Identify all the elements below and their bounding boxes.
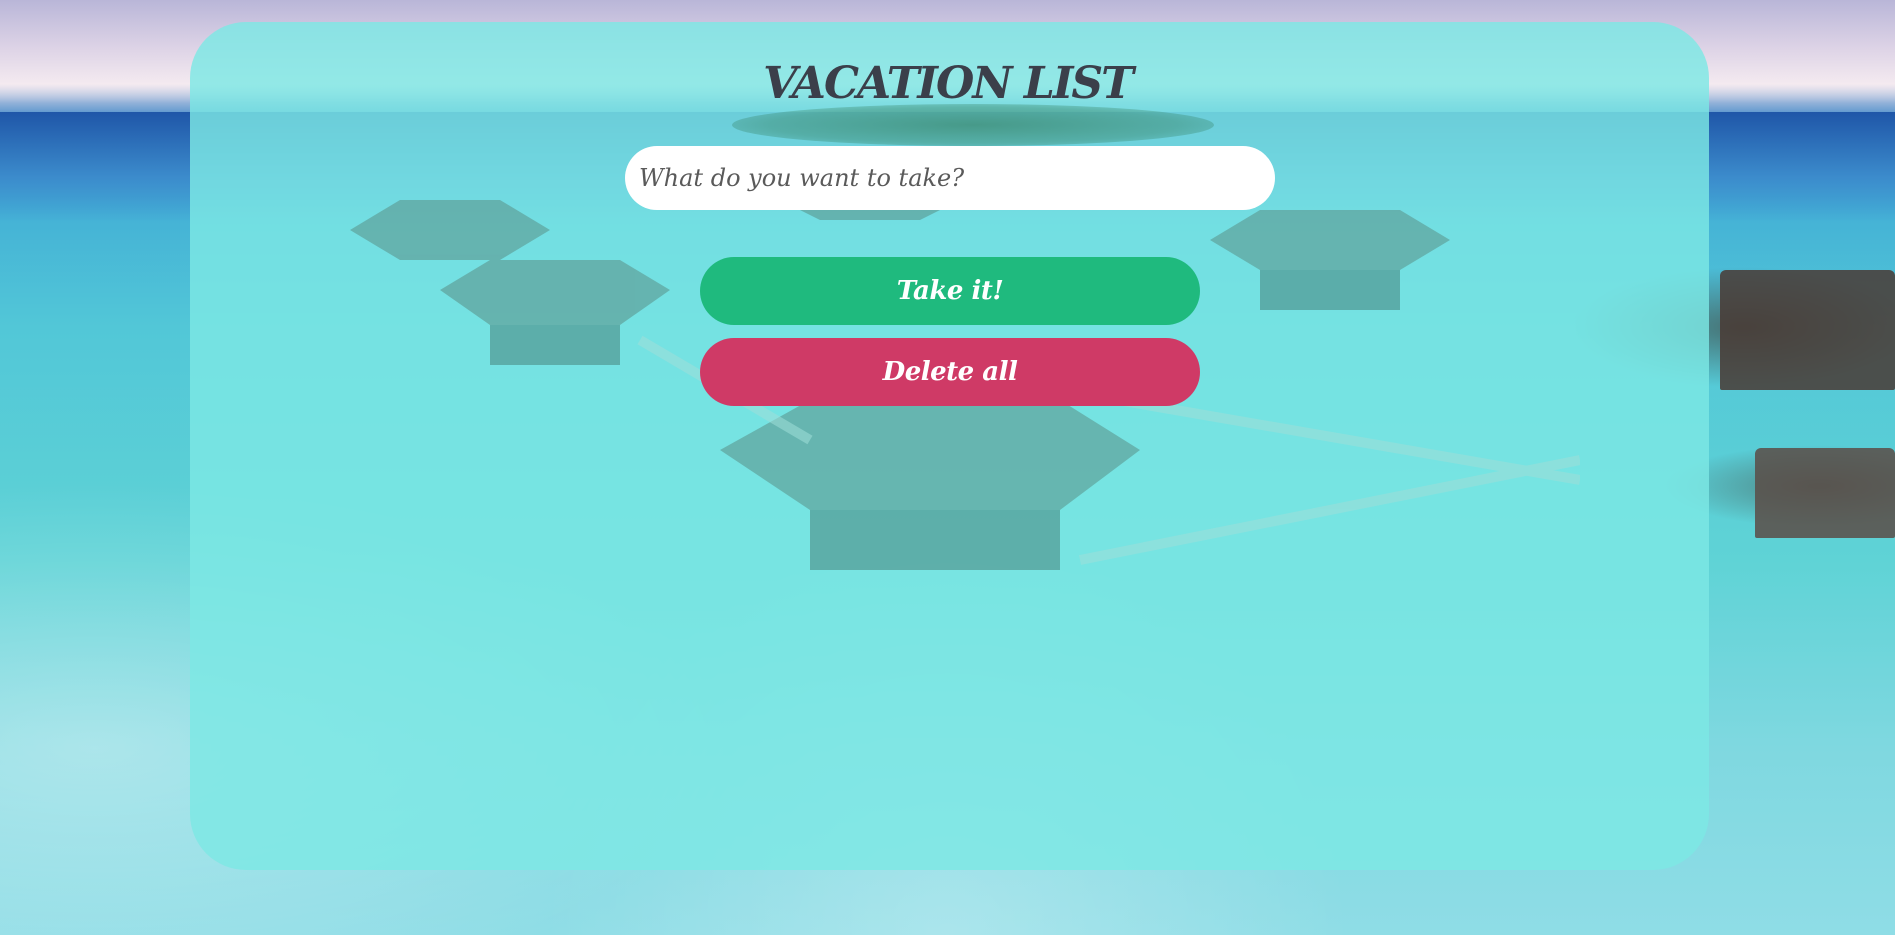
background-overwater-villa — [1755, 448, 1895, 538]
page-title: VACATION LIST — [763, 58, 1134, 109]
item-input[interactable] — [625, 146, 1275, 210]
take-it-button[interactable]: Take it! — [700, 257, 1200, 325]
delete-all-button[interactable]: Delete all — [700, 338, 1200, 406]
background-overwater-villa — [1720, 270, 1895, 390]
background-island — [732, 104, 1214, 146]
